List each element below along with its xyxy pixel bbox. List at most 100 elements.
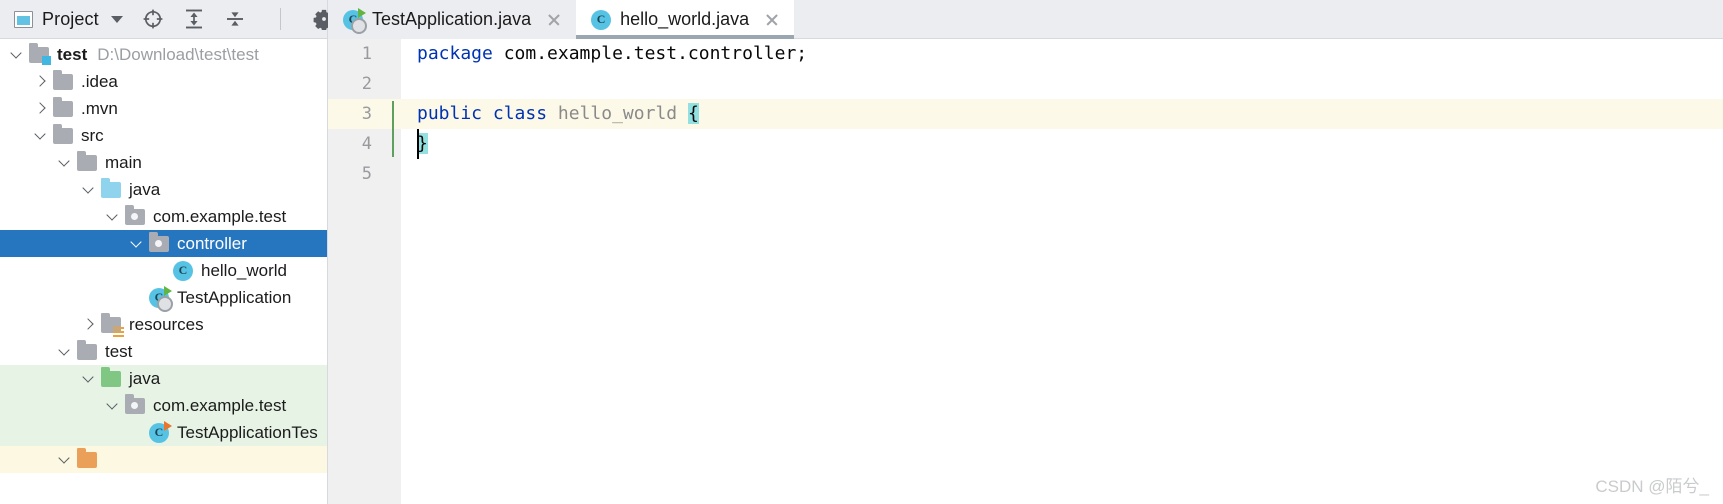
test-source-root-icon (101, 366, 121, 387)
editor-tab-label: hello_world.java (620, 9, 750, 29)
tree-row-test-java[interactable]: java (0, 365, 327, 392)
tree-row-class-testapplication[interactable]: C TestApplication (0, 284, 327, 312)
java-test-class-icon: C (149, 420, 172, 443)
project-tree[interactable]: test D:\Download\test\test .idea .mvn sr… (0, 39, 328, 504)
line-number: 4 (361, 134, 372, 154)
tree-row-path: D:\Download\test\test (97, 44, 259, 64)
tree-row-label: controller (177, 233, 247, 253)
folder-icon (53, 96, 73, 117)
chevron-down-icon[interactable] (80, 180, 99, 199)
chevron-down-icon[interactable] (56, 153, 75, 172)
folder-icon (77, 150, 97, 171)
tree-row-label: main (105, 152, 142, 172)
source-root-icon (101, 177, 121, 198)
tree-row-main[interactable]: main (0, 149, 327, 176)
matching-brace-open: { (687, 103, 699, 124)
tree-row-label: TestApplication (177, 287, 292, 307)
code-block-marker (392, 101, 394, 157)
chevron-down-icon[interactable] (8, 45, 27, 64)
project-toolwindow-title[interactable]: Project (14, 9, 99, 30)
editor-tab-label: TestApplication.java (372, 9, 532, 29)
chevron-down-icon[interactable] (110, 15, 123, 23)
tree-row-main-java[interactable]: java (0, 176, 327, 203)
tree-row-label: java (129, 368, 161, 388)
expand-all-icon[interactable] (182, 7, 206, 31)
editor-fold-column[interactable] (385, 39, 401, 504)
chevron-down-icon[interactable] (104, 396, 123, 415)
code-text: com.example.test.controller; (492, 43, 808, 64)
line-number: 3 (328, 99, 385, 129)
package-icon (125, 393, 145, 414)
generated-folder-icon (77, 447, 97, 468)
tree-row-mvn[interactable]: .mvn (0, 95, 327, 122)
top-bar: Project C TestApplication.java C hello_w… (0, 0, 1723, 39)
line-number: 5 (361, 164, 372, 184)
chevron-down-icon[interactable] (56, 450, 75, 469)
tree-row-class-testapplicationtests[interactable]: C TestApplicationTes (0, 419, 327, 446)
main-body: test D:\Download\test\test .idea .mvn sr… (0, 39, 1723, 504)
chevron-down-icon[interactable] (80, 369, 99, 388)
tree-row-test-package-com-example-test[interactable]: com.example.test (0, 392, 327, 419)
java-springboot-class-icon: C (149, 285, 173, 312)
chevron-down-icon[interactable] (32, 126, 51, 145)
editor-tab-testapplication[interactable]: C TestApplication.java (328, 0, 577, 39)
crosshair-target-icon[interactable] (141, 7, 165, 31)
resources-folder-icon (101, 312, 124, 337)
chevron-down-icon[interactable] (128, 234, 147, 253)
code-line-4: } (401, 129, 1723, 159)
tree-row-label: test (57, 44, 88, 64)
tree-row-test-root[interactable]: test D:\Download\test\test (0, 41, 327, 68)
chevron-right-icon[interactable] (32, 99, 51, 118)
tree-row-label: com.example.test (153, 206, 287, 226)
tree-row-test[interactable]: test (0, 338, 327, 365)
line-number: 1 (361, 44, 372, 64)
tree-row-src[interactable]: src (0, 122, 327, 149)
keyword-class: class (492, 103, 548, 124)
close-icon[interactable] (545, 11, 563, 29)
project-toolwindow-label: Project (42, 8, 99, 29)
chevron-right-icon[interactable] (32, 72, 51, 91)
tree-row-label: com.example.test (153, 395, 287, 415)
tree-row-package-com-example-test[interactable]: com.example.test (0, 203, 327, 230)
tree-row-label: test (105, 341, 133, 361)
text-caret (417, 129, 419, 159)
tree-row-package-controller[interactable]: controller (0, 230, 327, 257)
java-class-icon: C (173, 260, 193, 281)
chevron-down-icon[interactable] (104, 207, 123, 226)
chevron-down-icon[interactable] (56, 342, 75, 361)
project-window-icon (14, 10, 33, 28)
tree-row-label: .mvn (81, 98, 118, 118)
toolbar-separator (279, 8, 281, 30)
code-line-1: package com.example.test.controller; (401, 39, 1723, 69)
code-editor[interactable]: 1 2 3 4 5 package com.example.test.contr… (328, 39, 1723, 504)
keyword-public: public (417, 103, 483, 124)
code-text-area[interactable]: package com.example.test.controller; pub… (401, 39, 1723, 504)
tree-row-resources[interactable]: resources (0, 311, 327, 338)
tree-row-label: .idea (81, 71, 118, 91)
tree-row-label: resources (129, 314, 204, 334)
idea-window: Project C TestApplication.java C hello_w… (0, 0, 1723, 504)
tree-row-generated-folder[interactable] (0, 446, 327, 473)
tree-row-label: TestApplicationTes (177, 422, 318, 442)
java-springboot-class-icon: C (343, 7, 367, 34)
tree-row-label: src (81, 125, 104, 145)
java-class-icon: C (591, 9, 612, 30)
tree-row-class-hello-world[interactable]: C hello_world (0, 257, 327, 284)
tree-row-idea[interactable]: .idea (0, 68, 327, 95)
package-icon (149, 231, 169, 252)
editor-tab-hello-world[interactable]: C hello_world.java (576, 0, 795, 39)
close-icon[interactable] (763, 11, 781, 29)
folder-icon (53, 69, 73, 90)
chevron-right-icon[interactable] (80, 315, 99, 334)
editor-gutter[interactable]: 1 2 3 4 5 (328, 39, 385, 504)
collapse-all-icon[interactable] (223, 7, 247, 31)
tree-row-label: java (129, 179, 161, 199)
tree-row-label: hello_world (201, 260, 287, 280)
line-number: 2 (361, 74, 372, 94)
